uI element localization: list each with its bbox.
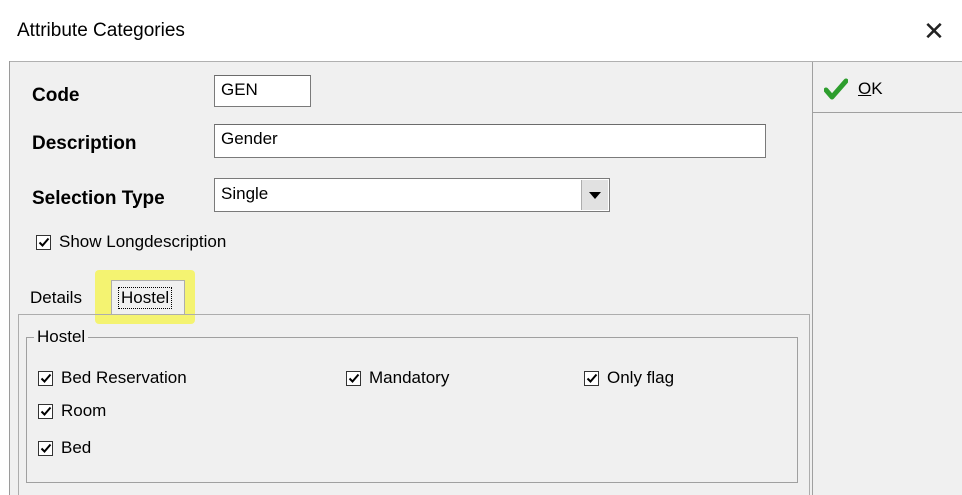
hostel-group-title: Hostel: [34, 327, 89, 347]
close-button[interactable]: ✕: [916, 13, 952, 49]
description-field[interactable]: Gender: [214, 124, 766, 158]
description-label: Description: [32, 133, 137, 154]
window-title: Attribute Categories: [17, 20, 185, 41]
bed-checkbox[interactable]: Bed: [38, 438, 91, 458]
checkbox-box[interactable]: [584, 370, 599, 386]
code-label: Code: [32, 85, 80, 106]
checkbox-box[interactable]: [346, 370, 361, 386]
selection-type-label: Selection Type: [32, 188, 165, 209]
room-checkbox[interactable]: Room: [38, 401, 106, 421]
checkmark-icon: [824, 78, 848, 100]
show-longdescription-checkbox[interactable]: Show Longdescription: [36, 232, 226, 252]
hostel-groupbox: [26, 337, 798, 483]
tab-hostel[interactable]: Hostel: [111, 280, 185, 314]
selection-type-value: Single: [221, 184, 269, 203]
checkbox-box[interactable]: [38, 370, 53, 386]
button-panel: [812, 62, 962, 495]
ok-label: OK: [858, 79, 883, 98]
tab-hostel-label: Hostel: [118, 287, 173, 309]
dropdown-button[interactable]: [581, 180, 608, 210]
attribute-categories-dialog: Attribute Categories ✕ Code GEN Descript…: [0, 0, 962, 495]
checkmark-icon: [40, 443, 51, 453]
chevron-down-icon: [589, 191, 601, 199]
checkmark-icon: [586, 373, 597, 383]
checkbox-label: Room: [61, 401, 107, 420]
close-icon: ✕: [923, 15, 945, 46]
checkbox-label: Bed Reservation: [61, 368, 187, 387]
checkmark-icon: [40, 406, 51, 416]
mandatory-checkbox[interactable]: Mandatory: [346, 368, 449, 388]
title-bar[interactable]: Attribute Categories ✕: [0, 0, 962, 62]
window-left-border: [9, 61, 10, 495]
only-flag-checkbox[interactable]: Only flag: [584, 368, 674, 388]
tab-details[interactable]: Details: [30, 288, 82, 308]
checkmark-icon: [348, 373, 359, 383]
button-divider: [812, 112, 962, 113]
checkmark-icon: [38, 237, 49, 247]
checkbox-box[interactable]: [38, 403, 53, 419]
code-field[interactable]: GEN: [214, 75, 311, 107]
checkbox-label: Bed: [61, 438, 92, 457]
checkbox-box[interactable]: [38, 440, 53, 456]
bed-reservation-checkbox[interactable]: Bed Reservation: [38, 368, 187, 388]
checkbox-label: Only flag: [607, 368, 675, 387]
selection-type-select[interactable]: Single: [214, 178, 610, 212]
checkbox-label: Show Longdescription: [59, 232, 227, 251]
checkbox-box[interactable]: [36, 234, 51, 250]
checkmark-icon: [40, 373, 51, 383]
ok-button[interactable]: OK: [824, 74, 914, 104]
checkbox-label: Mandatory: [369, 368, 450, 387]
